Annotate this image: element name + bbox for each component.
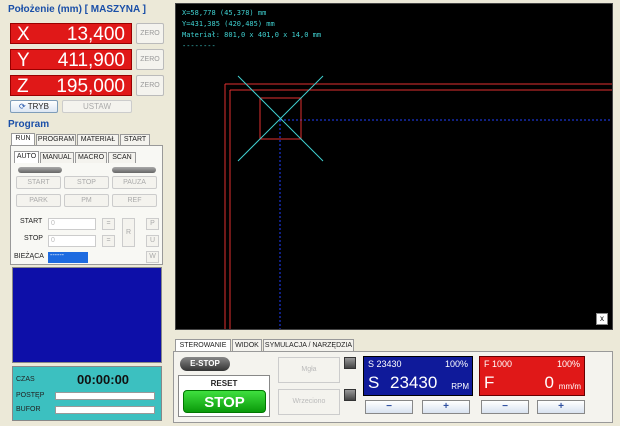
p-button[interactable]: P [146, 218, 159, 230]
toolpath-drawing [224, 75, 612, 329]
ref-button[interactable]: REF [112, 194, 157, 207]
spindle-minus-button[interactable]: − [365, 400, 413, 414]
tab-program[interactable]: PROGRAM [36, 134, 76, 145]
stop-button-program[interactable]: STOP [64, 176, 109, 189]
zero-x-button[interactable]: ZERO [136, 23, 164, 44]
start-button[interactable]: START [16, 176, 61, 189]
reset-box: RESET STOP [178, 375, 270, 417]
start-line-set-button[interactable]: = [102, 218, 115, 230]
position-title: Położenie (mm) [ MASZYNA ] [8, 4, 146, 15]
spindle-header: S 23430 [368, 359, 402, 369]
current-line-value: ------ [48, 252, 88, 263]
axis-y-value: 411,900 [57, 50, 125, 71]
axis-z-label: Z [17, 76, 29, 97]
postep-bar [55, 392, 155, 400]
tryb-label: TRYB [27, 102, 49, 111]
tab-widok[interactable]: WIDOK [232, 339, 262, 351]
feed-minus-button[interactable]: − [481, 400, 529, 414]
spindle-unit: RPM [451, 382, 469, 391]
start-line-input[interactable]: 0 [48, 218, 96, 230]
status-box: CZAS 00:00:00 POSTĘP BUFOR [12, 366, 162, 421]
feed-prefix: F [484, 373, 495, 392]
subtab-manual[interactable]: MANUAL [40, 152, 74, 163]
axis-y-label: Y [17, 50, 30, 71]
zero-z-button[interactable]: ZERO [136, 75, 164, 96]
tab-run[interactable]: RUN [11, 133, 35, 145]
program-title: Program [8, 119, 50, 130]
tab-start[interactable]: START [120, 134, 150, 145]
main-stop-button[interactable]: STOP [183, 390, 266, 413]
bufor-label: BUFOR [16, 406, 41, 413]
tab-symulacja[interactable]: SYMULACJA / NARZĘDZIA [263, 339, 354, 351]
spindle-plus-button[interactable]: + [422, 400, 470, 414]
axis-x-value: 13,400 [66, 24, 125, 45]
subtab-auto[interactable]: AUTO [14, 151, 39, 163]
zero-y-button[interactable]: ZERO [136, 49, 164, 70]
feed-plus-button[interactable]: + [537, 400, 585, 414]
pm-button[interactable]: PM [64, 194, 109, 207]
ustaw-button[interactable]: USTAW [62, 100, 132, 113]
run-slider-left[interactable] [18, 167, 62, 173]
r-button[interactable]: R [122, 218, 135, 247]
toolpath-viewport[interactable]: X=58,778 (45,378) mm Y=431,385 (420,485)… [175, 3, 613, 330]
w-button[interactable]: W [146, 251, 159, 263]
spindle-readout: S 23430 100% S 23430 RPM [363, 356, 473, 396]
czas-label: CZAS [16, 376, 35, 383]
spindle-percent: 100% [444, 359, 468, 369]
spindle-indicator [344, 389, 356, 401]
axis-y-display: Y 411,900 [10, 49, 132, 71]
bufor-bar [55, 406, 155, 414]
start-line-label: START [20, 218, 43, 225]
axis-z-display: Z 195,000 [10, 75, 132, 97]
axis-z-value: 195,000 [56, 76, 125, 97]
spindle-value: 23430 [390, 373, 438, 392]
program-preview-area [12, 267, 162, 363]
stop-line-set-button[interactable]: = [102, 235, 115, 247]
feed-value: 0 [544, 373, 554, 392]
feed-percent: 100% [556, 359, 580, 369]
stop-line-input[interactable]: 0 [48, 235, 96, 247]
stop-line-label: STOP [24, 235, 43, 242]
reset-label: RESET [210, 379, 238, 388]
estop-button[interactable]: E-STOP [180, 357, 230, 371]
left-panel: Położenie (mm) [ MASZYNA ] X 13,400 ZERO… [0, 0, 172, 426]
tab-sterowanie[interactable]: STEROWANIE [175, 339, 231, 351]
subtab-scan[interactable]: SCAN [108, 152, 136, 163]
axis-x-label: X [17, 24, 30, 45]
viewport-close-icon[interactable]: x [596, 313, 608, 325]
tryb-button[interactable]: ⟳ TRYB [10, 100, 58, 113]
postep-label: POSTĘP [16, 392, 45, 399]
mist-button[interactable]: Mgła [278, 357, 340, 383]
park-button[interactable]: PARK [16, 194, 61, 207]
tryb-icon: ⟳ [19, 102, 28, 111]
u-button[interactable]: U [146, 235, 159, 247]
run-slider-right[interactable] [112, 167, 156, 173]
tab-material[interactable]: MATERIAŁ [77, 134, 119, 145]
czas-value: 00:00:00 [77, 372, 130, 387]
axis-x-display: X 13,400 [10, 23, 132, 45]
current-line-label: BIEŻĄCA [14, 253, 44, 260]
mist-indicator [344, 357, 356, 369]
spindle-prefix: S [368, 373, 380, 392]
spindle-toggle-button[interactable]: Wrzeciono [278, 389, 340, 415]
feed-readout: F 1000 100% F 0 mm/m [479, 356, 585, 396]
pause-button[interactable]: PAUZA [112, 176, 157, 189]
subtab-macro[interactable]: MACRO [75, 152, 107, 163]
feed-header: F 1000 [484, 359, 513, 369]
feed-unit: mm/m [558, 382, 581, 391]
